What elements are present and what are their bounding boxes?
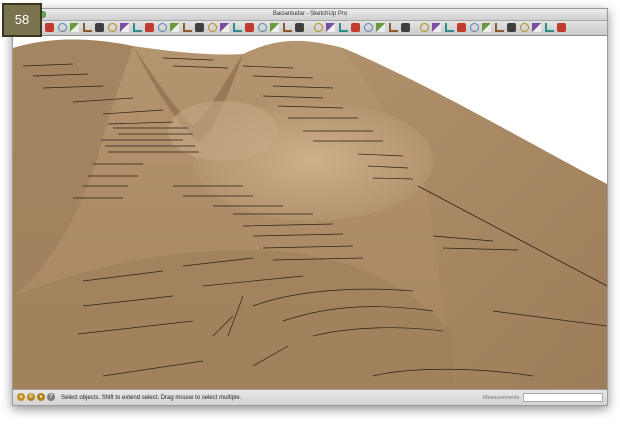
eraser-icon[interactable]: [57, 23, 67, 32]
credits-icon[interactable]: ©: [27, 393, 35, 401]
hidden-line-icon[interactable]: [444, 23, 454, 32]
back-view-icon[interactable]: [388, 23, 398, 32]
get-models-icon[interactable]: [557, 23, 566, 32]
section-plane-icon[interactable]: [270, 23, 279, 32]
left-view-icon[interactable]: [401, 23, 410, 32]
title-bar[interactable]: Baciantudar - SketchUp Pro: [13, 9, 607, 21]
top-view-icon[interactable]: [351, 23, 360, 32]
tape-measure-icon[interactable]: [207, 23, 217, 32]
sketchup-window: Baciantudar - SketchUp Pro ● © ● ? Selec…: [12, 8, 608, 406]
layers-icon[interactable]: [532, 23, 541, 32]
rectangle-icon[interactable]: [70, 23, 79, 32]
pencil-icon[interactable]: [45, 23, 54, 32]
orbit-icon[interactable]: [282, 23, 292, 32]
textured-icon[interactable]: [469, 23, 479, 32]
circle-icon[interactable]: [82, 23, 92, 32]
zoom-extents-icon[interactable]: [326, 23, 335, 32]
styles-icon[interactable]: [519, 23, 529, 32]
monochrome-icon[interactable]: [482, 23, 491, 32]
help-icon[interactable]: ?: [47, 393, 55, 401]
scale-icon[interactable]: [182, 23, 192, 32]
components-icon[interactable]: [494, 23, 504, 32]
xray-icon[interactable]: [419, 23, 429, 32]
user-icon[interactable]: ●: [37, 393, 45, 401]
front-view-icon[interactable]: [363, 23, 373, 32]
measurements-input[interactable]: [523, 393, 603, 402]
wireframe-icon[interactable]: [432, 23, 441, 32]
text-icon[interactable]: [232, 23, 242, 32]
push-pull-icon[interactable]: [157, 23, 167, 32]
status-message: Select objects. Shift to extend select. …: [61, 395, 242, 401]
follow-me-icon[interactable]: [170, 23, 179, 32]
polygon-icon[interactable]: [107, 23, 117, 32]
window-title: Baciantudar - SketchUp Pro: [272, 11, 348, 17]
materials-icon[interactable]: [507, 23, 516, 32]
axes-icon[interactable]: [245, 23, 254, 32]
rotate-icon[interactable]: [145, 23, 154, 32]
terrain-model: [13, 36, 607, 389]
measurements-label: Measurements: [483, 395, 520, 401]
pan-icon[interactable]: [295, 23, 304, 32]
status-bar: ● © ● ? Select objects. Shift to extend …: [13, 389, 607, 405]
move-icon[interactable]: [132, 23, 142, 32]
model-viewport[interactable]: [13, 36, 607, 389]
iso-view-icon[interactable]: [338, 23, 348, 32]
offset-icon[interactable]: [195, 23, 204, 32]
shadows-icon[interactable]: [544, 23, 554, 32]
paint-bucket-icon[interactable]: [120, 23, 129, 32]
arc-icon[interactable]: [95, 23, 104, 32]
3d-text-icon[interactable]: [257, 23, 267, 32]
page-number-badge: 58: [2, 3, 42, 37]
geo-location-icon[interactable]: ●: [17, 393, 25, 401]
protractor-icon[interactable]: [220, 23, 229, 32]
zoom-icon[interactable]: [313, 23, 323, 32]
shaded-icon[interactable]: [457, 23, 466, 32]
main-toolbar: [13, 21, 607, 36]
right-view-icon[interactable]: [376, 23, 385, 32]
